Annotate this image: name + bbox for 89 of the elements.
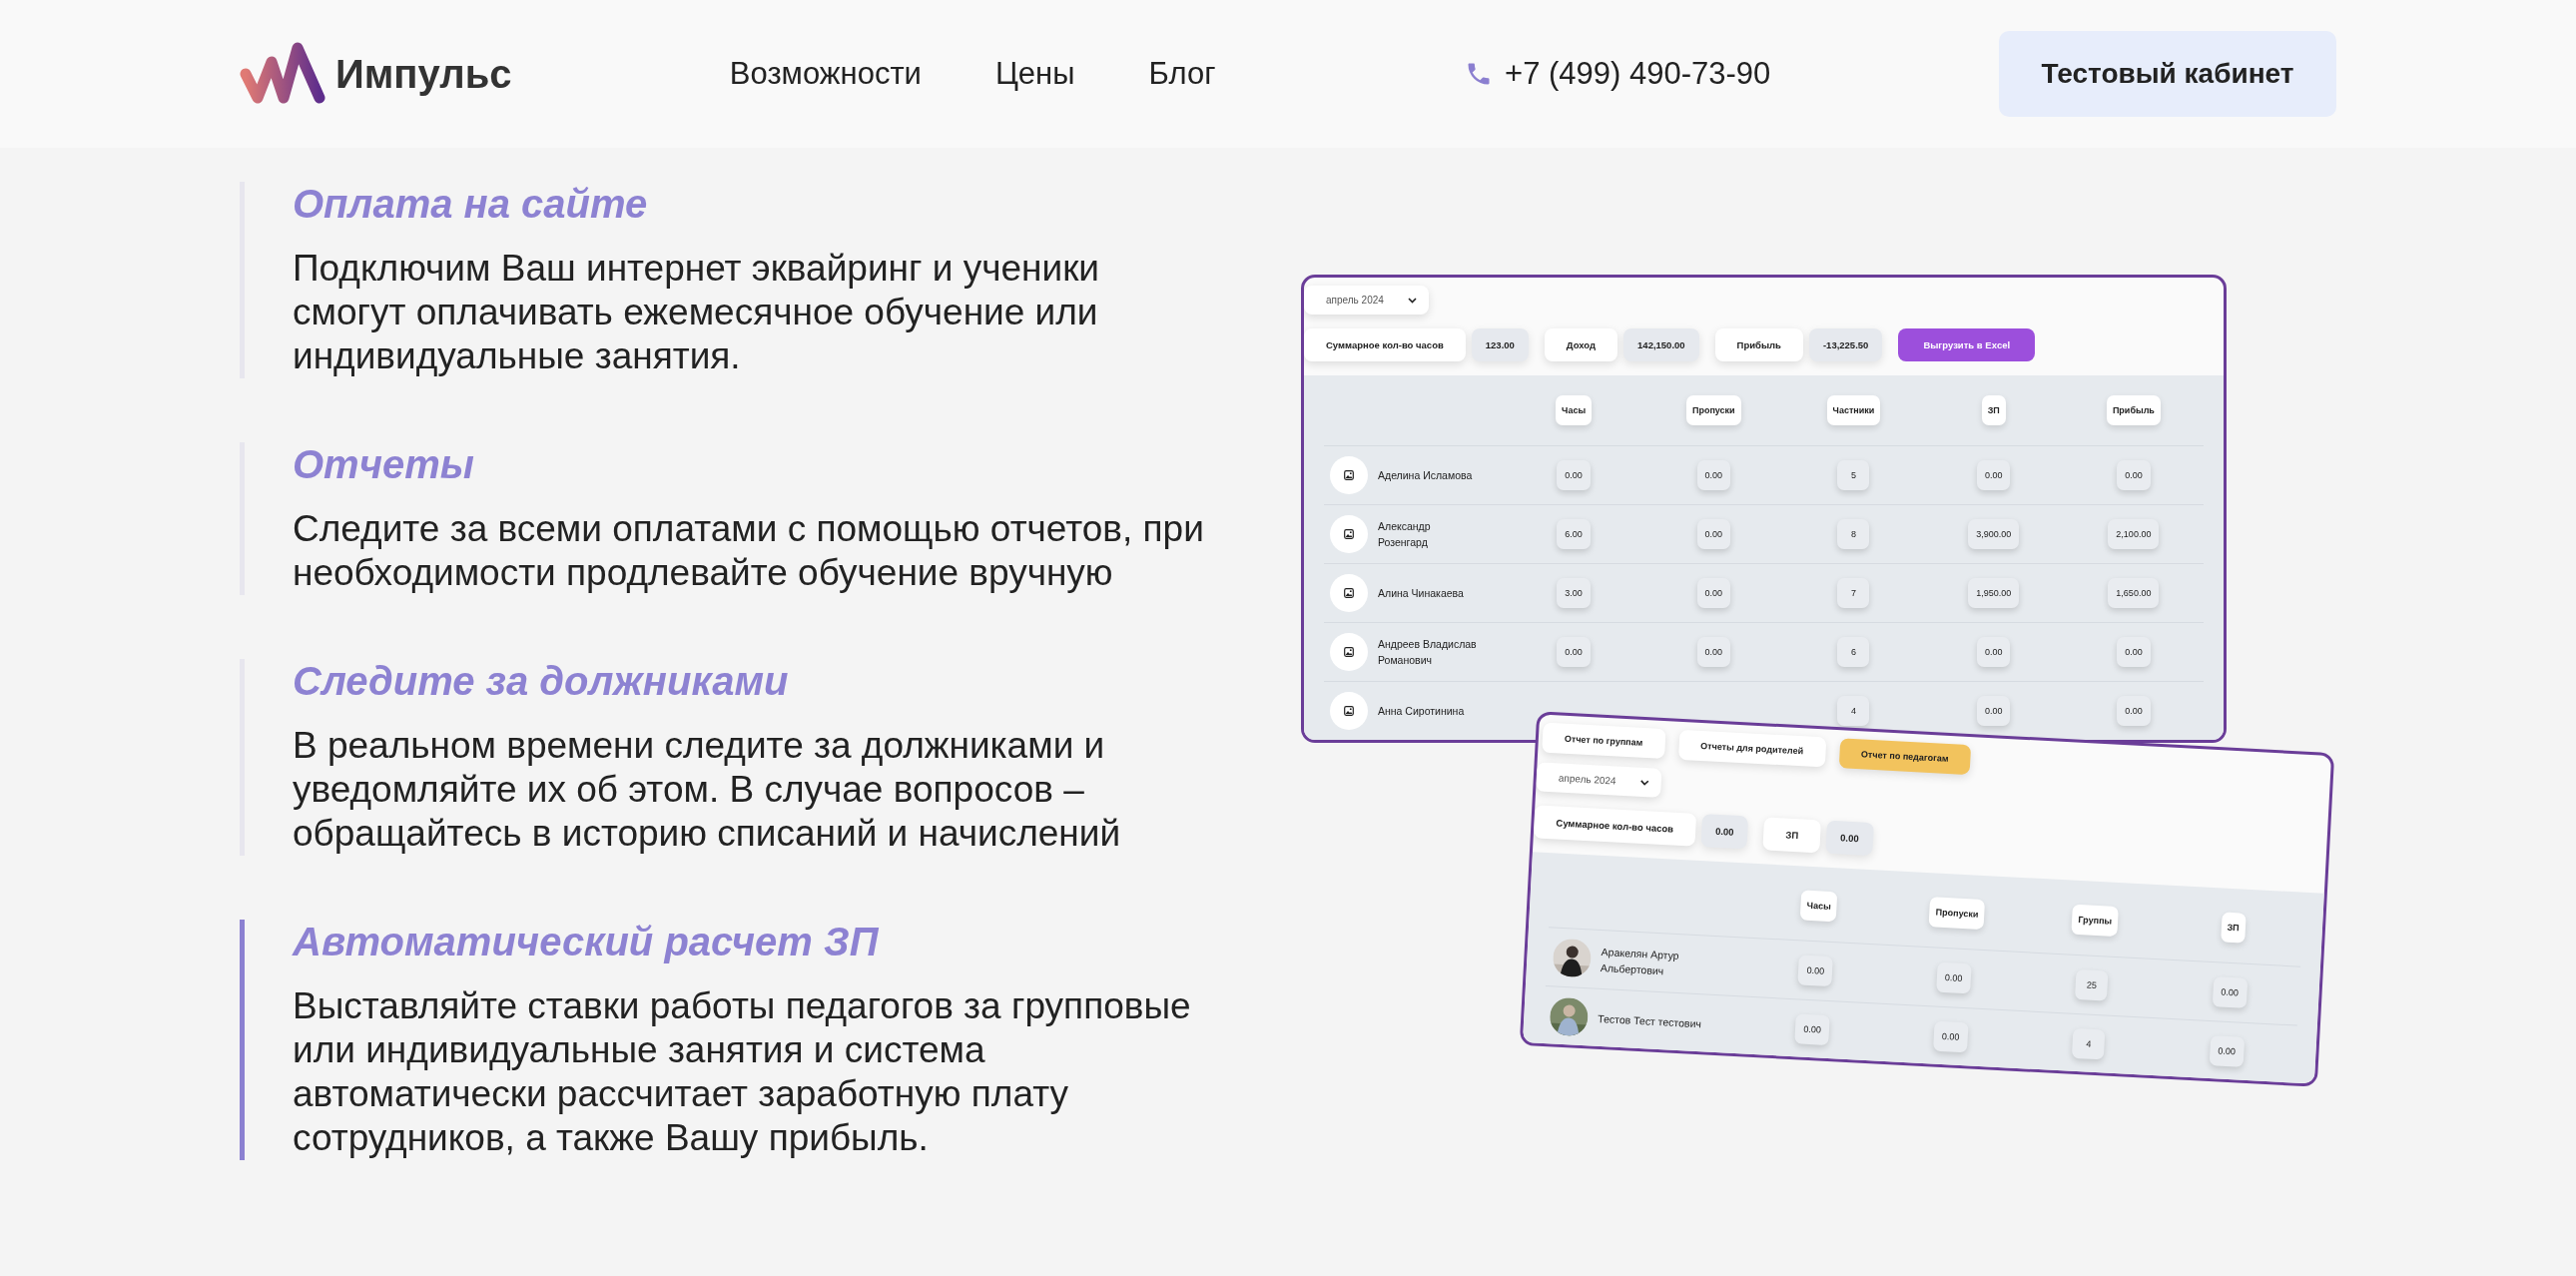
nav-link[interactable]: Блог — [1148, 56, 1216, 92]
stat-value: 142,150.00 — [1623, 328, 1699, 361]
table-cell: 0.00 — [2117, 460, 2151, 490]
stat-label: Суммарное кол-во часов — [1304, 328, 1466, 361]
image-icon — [1344, 706, 1354, 716]
person-name: Аракелян Артур Альбертович — [1600, 945, 1680, 979]
column-header: Пропуски — [1685, 395, 1741, 425]
table-cell: 0.00 — [1696, 519, 1731, 549]
table-cell: 0.00 — [1976, 637, 2011, 667]
chevron-icon — [1639, 779, 1649, 786]
stat-value: 0.00 — [1825, 820, 1874, 857]
stat-label: Прибыль — [1714, 328, 1803, 361]
column-header: Часы — [1556, 395, 1593, 425]
table-cell: 0.00 — [2209, 1035, 2245, 1067]
stat-label: ЗП — [1762, 817, 1822, 854]
table-cell: 0.00 — [2117, 637, 2151, 667]
feature-title: Оплата на сайте — [293, 182, 649, 227]
table-cell: 0.00 — [2117, 696, 2151, 726]
stat-label: Доход — [1544, 328, 1618, 361]
column-header: Часы — [1799, 890, 1838, 923]
column-header: ЗП — [2220, 912, 2247, 944]
image-icon — [1344, 588, 1354, 598]
column-header: Частники — [1826, 395, 1881, 425]
month-dropdown[interactable]: апрель 2024 — [1536, 762, 1662, 798]
table-cell: 0.00 — [1557, 460, 1591, 490]
nav-link[interactable]: Цены — [994, 56, 1075, 92]
table-cell: 0.00 — [1696, 578, 1731, 608]
table-cell: 1,950.00 — [1968, 578, 2020, 608]
column-header: ЗП — [1981, 395, 2006, 425]
feature-text: В реальном времени следите за должниками и уведомляйте их об этом. В случае вопросов – обращайтесь в историю списаний и начислений — [293, 724, 1122, 856]
test-cabinet-button[interactable]: Тестовый кабинет — [1999, 31, 2336, 117]
table-cell: 3,900.00 — [1968, 519, 2020, 549]
feature-text: Следите за всеми оплатами с помощью отчетов, при необходимости продлевайте обучение вручную — [293, 507, 1205, 595]
table-cell: 0.00 — [1696, 637, 1731, 667]
column-header: Группы — [2071, 904, 2119, 937]
feature-text: Выставляйте ставки работы педагогов за групповые или индивидуальные занятия и система автоматически рассчитает заработную плату сотрудников, а также Вашу прибыль. — [293, 984, 1192, 1160]
table-cell: 0.00 — [1797, 955, 1833, 987]
person-name: Андреев Владислав Романович — [1378, 637, 1478, 668]
stat-value: 0.00 — [1700, 814, 1749, 850]
phone-number[interactable]: +7 (499) 490-73-90 — [1505, 56, 1771, 92]
feature-title: Отчеты — [293, 442, 475, 487]
chevron-icon — [1407, 297, 1417, 304]
report-tab[interactable]: Отчет по педагогам — [1838, 738, 1972, 776]
table-cell: 2,100.00 — [2108, 519, 2160, 549]
person-name: Алина Чинакаева — [1378, 586, 1465, 601]
table-cell: 0.00 — [1976, 460, 2011, 490]
table-cell: 4 — [2072, 1027, 2106, 1060]
person-name: Анна Сиротинина — [1378, 704, 1466, 719]
logo-text[interactable]: Импульс — [335, 51, 512, 97]
table-cell: 5 — [1837, 460, 1870, 490]
table-cell: 6.00 — [1557, 519, 1591, 549]
stat-value: -13,225.50 — [1808, 328, 1883, 361]
feature-item[interactable]: Оплата на сайте Подключим Ваш интернет эквайринг и ученики смогут оплачивать ежемесячное обучение или индивидуальные занятия. — [240, 182, 1238, 378]
table-cell: 0.00 — [1557, 637, 1591, 667]
feature-title: Следите за должниками — [293, 659, 790, 704]
table-cell: 1,650.00 — [2108, 578, 2160, 608]
table-cell: 6 — [1837, 637, 1870, 667]
report-tab[interactable]: Отчет по группам — [1542, 722, 1666, 759]
table-cell: 25 — [2075, 968, 2109, 1001]
image-icon — [1344, 647, 1354, 657]
table-cell: 4 — [1837, 696, 1870, 726]
table-cell: 7 — [1837, 578, 1870, 608]
feature-item[interactable]: Автоматический расчет ЗП Выставляйте ставки работы педагогов за групповые или индивидуальные занятия и система автоматически рассчитает заработную плату сотрудников, а также Вашу прибыль. — [240, 920, 1238, 1160]
table-cell: 0.00 — [1933, 1020, 1969, 1053]
table-cell: 0.00 — [1696, 460, 1731, 490]
export-button[interactable]: Выгрузить в Excel — [1898, 328, 2036, 361]
person-name: Александр Розенгард — [1378, 519, 1432, 550]
table-cell: 0.00 — [1936, 961, 1972, 994]
nav-link[interactable]: Возможности — [729, 56, 922, 92]
feature-item[interactable]: Следите за должниками В реальном времени следите за должниками и уведомляйте их об этом. В случае вопросов – обращайтесь в историю списаний и начислений — [240, 659, 1238, 856]
person-name: Аделина Исламова — [1378, 468, 1474, 483]
image-icon — [1344, 470, 1354, 480]
table-cell: 0.00 — [2212, 976, 2248, 1008]
table-cell: 8 — [1837, 519, 1870, 549]
stat-value: 123.00 — [1471, 328, 1529, 361]
stat-label: Суммарное кол-во часов — [1533, 805, 1696, 847]
table-cell: 0.00 — [1794, 1013, 1830, 1046]
person-name: Тестов Тест тестович — [1597, 1010, 1703, 1032]
report-tab[interactable]: Отчеты для родителей — [1677, 729, 1826, 768]
feature-title: Автоматический расчет ЗП — [293, 920, 880, 964]
table-cell: 3.00 — [1557, 578, 1591, 608]
feature-text: Подключим Ваш интернет эквайринг и ученики смогут оплачивать ежемесячное обучение или индивидуальные занятия. — [293, 247, 1101, 378]
logo-icon — [240, 42, 325, 106]
month-dropdown[interactable]: апрель 2024 — [1304, 286, 1429, 315]
image-icon — [1344, 529, 1354, 539]
column-header: Пропуски — [1928, 897, 1986, 930]
feature-item[interactable]: Отчеты Следите за всеми оплатами с помощью отчетов, при необходимости продлевайте обучение вручную — [240, 442, 1238, 595]
column-header: Прибыль — [2106, 395, 2161, 425]
table-cell: 0.00 — [1976, 696, 2011, 726]
